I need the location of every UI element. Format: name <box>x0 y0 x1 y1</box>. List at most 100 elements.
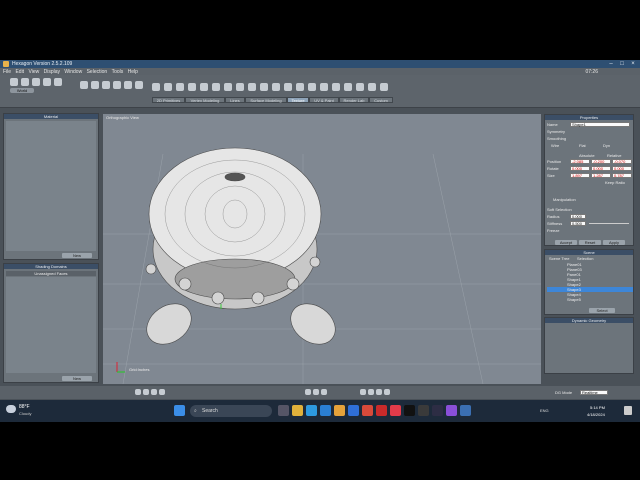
shading-flat-icon[interactable] <box>368 389 374 395</box>
plane-icon[interactable] <box>135 81 143 89</box>
weather-cloud-icon[interactable] <box>6 405 16 413</box>
notification-icon[interactable] <box>624 406 632 415</box>
cube-icon[interactable] <box>80 81 88 89</box>
size-x-field[interactable]: 1.897 <box>570 173 590 178</box>
unassigned-faces-item[interactable]: Unassigned Faces <box>6 271 96 276</box>
view-top-icon[interactable] <box>143 389 149 395</box>
tab-custom[interactable]: Custom <box>369 97 393 103</box>
apply-button[interactable]: Apply <box>603 240 625 245</box>
sphere-icon[interactable] <box>91 81 99 89</box>
size-z-field[interactable]: 0.787 <box>612 173 632 178</box>
recorder-icon[interactable] <box>362 405 373 416</box>
select-button[interactable]: Select <box>589 308 615 313</box>
view-side-icon[interactable] <box>151 389 157 395</box>
position-z-field[interactable]: -0.070 <box>612 159 632 164</box>
close-icon[interactable]: × <box>628 60 638 68</box>
minimize-icon[interactable]: – <box>606 60 616 68</box>
taskbar-date[interactable]: 4/18/2024 <box>587 412 605 417</box>
absolute-label[interactable]: Absolute <box>579 153 595 158</box>
taskbar-time[interactable]: 5:14 PM <box>590 405 605 410</box>
tiktok-icon[interactable] <box>404 405 415 416</box>
app-icon[interactable] <box>418 405 429 416</box>
tab-texture[interactable]: Texture <box>287 97 309 103</box>
smooth-icon[interactable] <box>224 83 232 91</box>
store-icon[interactable] <box>334 405 345 416</box>
size-y-field[interactable]: 1.287 <box>591 173 611 178</box>
render-icon[interactable] <box>332 83 340 91</box>
rotate-x-field[interactable]: 0.000 <box>570 166 590 171</box>
name-field[interactable]: Shape1 <box>570 122 630 127</box>
stiffness-slider[interactable] <box>589 223 629 224</box>
weld-icon[interactable] <box>248 83 256 91</box>
media-player-icon[interactable] <box>376 405 387 416</box>
magic-wand-icon[interactable] <box>54 78 62 86</box>
slice-icon[interactable] <box>272 83 280 91</box>
pan-icon[interactable] <box>321 389 327 395</box>
bridge-icon[interactable] <box>260 83 268 91</box>
paint-select-icon[interactable] <box>43 78 51 86</box>
accept-button[interactable]: Accept <box>555 240 577 245</box>
new-material-button[interactable]: New <box>62 253 92 258</box>
purple-app-icon[interactable] <box>446 405 457 416</box>
select-icon[interactable] <box>21 78 29 86</box>
universal-manipulator-icon[interactable] <box>188 83 196 91</box>
edge-browser-icon[interactable] <box>306 405 317 416</box>
uv-icon[interactable] <box>308 83 316 91</box>
windows-start-icon[interactable] <box>174 405 185 416</box>
extrude-icon[interactable] <box>200 83 208 91</box>
torus-icon[interactable] <box>124 81 132 89</box>
cone-icon[interactable] <box>113 81 121 89</box>
paint-brush-icon[interactable] <box>320 83 328 91</box>
view-perspective-icon[interactable] <box>159 389 165 395</box>
tab-2d-primitives[interactable]: 2D Primitives <box>152 97 185 103</box>
lasso-icon[interactable] <box>32 78 40 86</box>
threads-icon[interactable] <box>432 405 443 416</box>
view-front-icon[interactable] <box>135 389 141 395</box>
pointer-icon[interactable] <box>10 78 18 86</box>
radius-field[interactable]: 0.000 <box>570 214 586 219</box>
opera-icon[interactable] <box>390 405 401 416</box>
tab-scene-tree[interactable]: Scene Tree <box>549 256 569 261</box>
rotate-y-field[interactable]: 0.000 <box>591 166 611 171</box>
flat-mode-label[interactable]: Flat <box>579 143 586 148</box>
file-explorer-icon[interactable] <box>292 405 303 416</box>
tessellate-icon[interactable] <box>236 83 244 91</box>
new-shading-domain-button[interactable]: New <box>62 376 92 381</box>
keep-ratio-checkbox[interactable]: Keep Ratio <box>605 180 625 185</box>
position-x-field[interactable]: -2.085 <box>570 159 590 164</box>
dg-mode-dropdown[interactable]: Realtime <box>580 390 608 395</box>
tab-selection[interactable]: Selection <box>577 256 593 261</box>
tab-surface-modeling[interactable]: Surface Modeling <box>245 97 287 103</box>
reset-button[interactable]: Reset <box>579 240 601 245</box>
taskbar-search-box[interactable]: ⌕ Search <box>190 405 272 417</box>
sculpt-icon[interactable] <box>296 83 304 91</box>
snap-icon[interactable] <box>305 389 311 395</box>
scene-item[interactable]: Shape5 <box>547 297 633 302</box>
dyn-mode-label[interactable]: Dyn <box>603 143 610 148</box>
maximize-icon[interactable]: □ <box>617 60 627 68</box>
zoom-icon[interactable] <box>313 389 319 395</box>
shading-texture-icon[interactable] <box>384 389 390 395</box>
tab-render-lab[interactable]: Render Lab <box>339 97 369 103</box>
light-icon[interactable] <box>344 83 352 91</box>
shading-domains-list[interactable] <box>6 277 96 373</box>
move-tool-icon[interactable] <box>152 83 160 91</box>
hexagon-taskbar-icon[interactable] <box>460 405 471 416</box>
stiffness-field[interactable]: 0.500 <box>570 221 586 226</box>
material-icon[interactable] <box>368 83 376 91</box>
shading-wire-icon[interactable] <box>360 389 366 395</box>
tab-vertex-modeling[interactable]: Vertex Modeling <box>185 97 225 103</box>
tray-language[interactable]: ENG <box>540 408 549 413</box>
orthographic-viewport[interactable]: Orthographic View Grid:Inches <box>103 114 541 384</box>
tab-uv-paint[interactable]: UV & Paint <box>309 97 339 103</box>
export-icon[interactable] <box>380 83 388 91</box>
rotate-tool-icon[interactable] <box>164 83 172 91</box>
world-dropdown[interactable]: World <box>10 88 34 93</box>
tab-lines[interactable]: Lines <box>225 97 245 103</box>
rotate-z-field[interactable]: 0.000 <box>612 166 632 171</box>
mail-icon[interactable] <box>320 405 331 416</box>
shading-smooth-icon[interactable] <box>376 389 382 395</box>
boolean-icon[interactable] <box>284 83 292 91</box>
scale-tool-icon[interactable] <box>176 83 184 91</box>
material-list[interactable] <box>6 121 96 251</box>
